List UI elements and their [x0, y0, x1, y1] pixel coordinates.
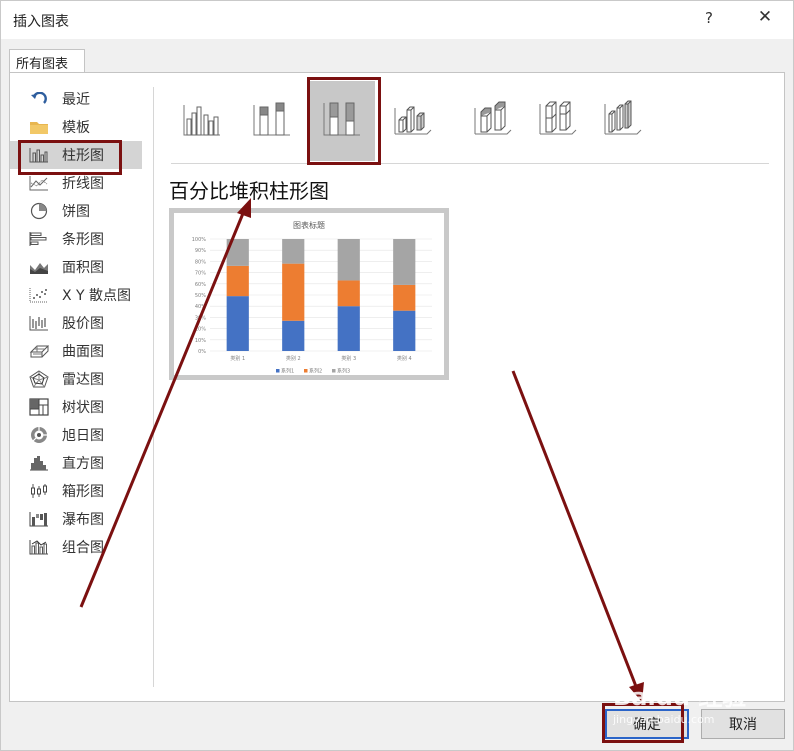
annotation-arrows	[79, 198, 644, 702]
insert-chart-dialog: 插入图表 ? ✕ 所有图表 最近 模板 柱形图 折线图 饼图 条形图 面积图 X…	[0, 0, 794, 751]
